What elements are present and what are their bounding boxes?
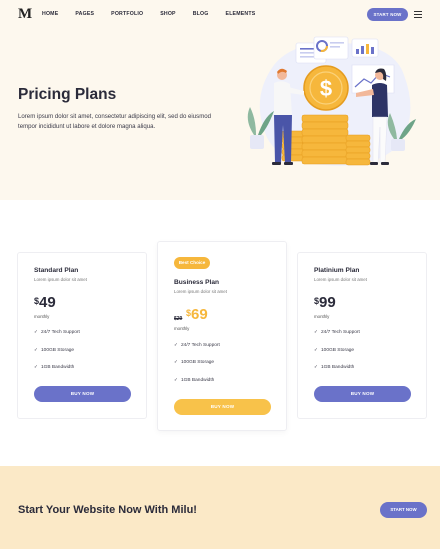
price-value: 49 — [39, 294, 56, 311]
feature-label: 24/7 Tech Support — [181, 343, 220, 348]
price-value: 99 — [319, 294, 336, 311]
feature-label: 24/7 Tech Support — [41, 330, 80, 335]
plan-card-business: Best Choice Business Plan Lorem ipsum do… — [157, 241, 287, 431]
plan-name: Standard Plan — [34, 267, 79, 274]
feature-item: ✓ 100GB Storage — [34, 347, 74, 353]
plan-name: Platinium Plan — [314, 267, 360, 274]
nav-item-portfolio[interactable]: PORTFOLIO — [111, 11, 143, 17]
nav-item-blog[interactable]: BLOG — [193, 11, 209, 17]
nav-item-elements[interactable]: ELEMENTS — [226, 11, 256, 17]
feature-label: 100GB Storage — [321, 348, 355, 353]
feature-item: ✓ 100GB Storage — [174, 359, 214, 365]
check-icon: ✓ — [174, 359, 178, 364]
feature-item: ✓ 100GB Storage — [314, 347, 354, 353]
page-title: Pricing Plans — [18, 86, 117, 103]
feature-label: 100GB Storage — [181, 360, 215, 365]
check-icon: ✓ — [34, 364, 38, 369]
check-icon: ✓ — [174, 377, 178, 382]
buy-now-button[interactable]: BUY NOW — [34, 386, 131, 402]
top-navbar: M HOME PAGES PORTFOLIO SHOP BLOG ELEMENT… — [0, 0, 440, 30]
check-icon: ✓ — [314, 364, 318, 369]
site-logo[interactable]: M — [18, 6, 33, 22]
feature-item: ✓ 24/7 Tech Support — [174, 342, 220, 348]
logo-letter: M — [18, 6, 33, 22]
feature-label: 100GB Storage — [41, 348, 75, 353]
plan-description: Lorem ipsum dolor sit amet — [314, 277, 367, 282]
billing-period: monthly — [174, 326, 190, 331]
plan-price: $99 — [314, 294, 336, 311]
nav-item-shop[interactable]: SHOP — [160, 11, 176, 17]
feature-label: 1GB Bandwidth — [181, 378, 215, 383]
buy-now-button[interactable]: BUY NOW — [314, 386, 411, 402]
plan-description: Lorem ipsum dolor sit amet — [34, 277, 87, 282]
best-choice-badge: Best Choice — [174, 257, 210, 269]
cta-title: Start Your Website Now With Milu! — [18, 504, 197, 516]
pricing-illustration: $ — [247, 36, 416, 166]
plan-card-platinium: Platinium Plan Lorem ipsum dolor sit ame… — [297, 252, 427, 419]
plan-price: $49 — [34, 294, 56, 311]
feature-item: ✓ 24/7 Tech Support — [314, 329, 360, 335]
billing-period: monthly — [34, 314, 50, 319]
feature-item: ✓ 1GB Bandwidth — [314, 364, 354, 370]
svg-text:$: $ — [320, 76, 332, 101]
plan-name: Business Plan — [174, 279, 220, 286]
feature-label: 24/7 Tech Support — [321, 330, 360, 335]
plan-card-standard: Standard Plan Lorem ipsum dolor sit amet… — [17, 252, 147, 419]
feature-item: ✓ 24/7 Tech Support — [34, 329, 80, 335]
main-menu: HOME PAGES PORTFOLIO SHOP BLOG ELEMENTS — [42, 11, 272, 17]
feature-item: ✓ 1GB Bandwidth — [34, 364, 74, 370]
nav-item-pages[interactable]: PAGES — [75, 11, 94, 17]
price-value: 69 — [191, 306, 208, 323]
check-icon: ✓ — [314, 347, 318, 352]
cta-start-now-button[interactable]: START NOW — [380, 502, 427, 518]
old-price: $29 — [174, 316, 183, 322]
feature-label: 1GB Bandwidth — [41, 365, 75, 370]
plan-description: Lorem ipsum dolor sit amet — [174, 289, 227, 294]
feature-label: 1GB Bandwidth — [321, 365, 355, 370]
check-icon: ✓ — [34, 347, 38, 352]
hero-description: Lorem ipsum dolor sit amet, consectetur … — [18, 113, 212, 130]
check-icon: ✓ — [174, 342, 178, 347]
start-now-button[interactable]: START NOW — [367, 8, 408, 21]
feature-item: ✓ 1GB Bandwidth — [174, 377, 214, 383]
hamburger-icon[interactable] — [414, 11, 422, 19]
check-icon: ✓ — [314, 329, 318, 334]
plan-price: $69 — [186, 306, 208, 323]
nav-item-home[interactable]: HOME — [42, 11, 58, 17]
check-icon: ✓ — [34, 329, 38, 334]
billing-period: monthly — [314, 314, 330, 319]
buy-now-button[interactable]: BUY NOW — [174, 399, 271, 415]
